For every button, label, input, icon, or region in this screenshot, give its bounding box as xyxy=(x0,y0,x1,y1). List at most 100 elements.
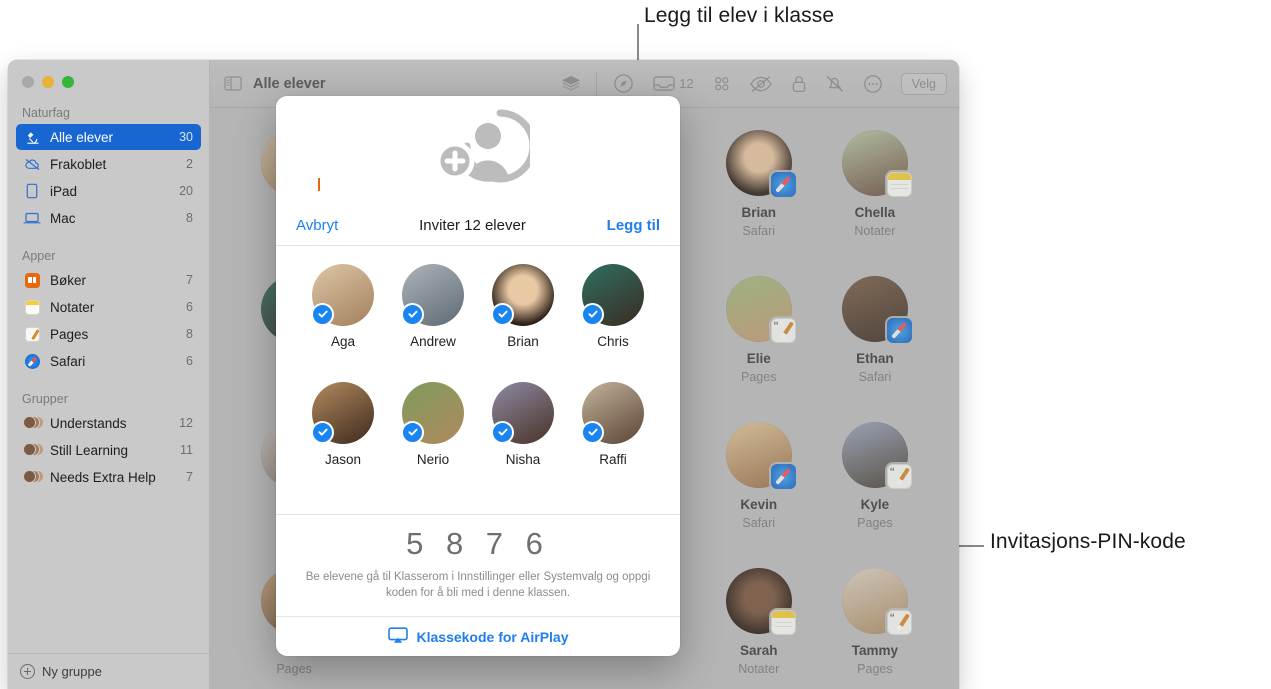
invite-student-name: Chris xyxy=(597,333,629,349)
sidebar-item-understands[interactable]: Understands 12 xyxy=(16,410,201,436)
student-app: Safari xyxy=(742,515,776,530)
invite-student-item[interactable]: Nerio xyxy=(391,381,475,500)
student-name: Brian xyxy=(741,205,776,220)
grid-icon[interactable] xyxy=(712,74,731,93)
student-name: Kyle xyxy=(860,497,890,512)
notes-app-icon xyxy=(886,172,912,197)
sidebar-section-apper-title: Apper xyxy=(22,249,56,263)
invite-student-name: Brian xyxy=(507,333,539,349)
student-name: Sarah xyxy=(739,643,778,658)
student-card[interactable]: Chella Notater xyxy=(820,130,930,276)
sidebar-item-label: Bøker xyxy=(50,272,87,288)
notes-app-icon xyxy=(22,298,42,316)
group-avatars-icon xyxy=(22,468,43,486)
checkmark-icon xyxy=(581,302,604,326)
invite-student-item[interactable]: Chris xyxy=(571,263,655,382)
sidebar-item-mac[interactable]: Mac 8 xyxy=(16,205,201,231)
sidebar-item-label: Understands xyxy=(50,415,127,431)
sidebar-item-label: Needs Extra Help xyxy=(50,469,156,485)
invite-student-item[interactable]: Nisha xyxy=(481,381,565,500)
student-app: Pages xyxy=(276,661,312,676)
sidebar-section-apper: Bøker 7 Notater 6 Pages 8 Safari 6 xyxy=(8,267,209,374)
checkmark-icon xyxy=(311,420,334,444)
plus-circle-icon xyxy=(20,664,35,679)
add-button[interactable]: Legg til xyxy=(607,217,660,234)
checkmark-icon xyxy=(401,302,424,326)
sidebar-item-count: 8 xyxy=(186,327,193,341)
sidebar-item-ipad[interactable]: iPad 20 xyxy=(16,178,201,204)
sidebar-item-label: Still Learning xyxy=(50,442,129,458)
student-card[interactable]: Ethan Safari xyxy=(820,276,930,422)
page-title: Alle elever xyxy=(253,75,326,92)
safari-app-icon xyxy=(22,352,42,370)
invite-student-item[interactable]: Raffi xyxy=(571,381,655,500)
pin-instructions: Be elevene gå til Klasserom i Innstillin… xyxy=(305,570,651,600)
sidebar-item-label: Pages xyxy=(50,326,89,342)
invite-pin-code: 5 8 7 6 xyxy=(406,525,550,561)
cancel-button[interactable]: Avbryt xyxy=(296,217,338,234)
compass-icon[interactable] xyxy=(613,73,634,94)
student-name: Tammy xyxy=(851,643,899,658)
sidebar-item-safari[interactable]: Safari 6 xyxy=(16,348,201,374)
pages-app-icon xyxy=(22,325,42,343)
sidebar-item-label: Mac xyxy=(50,210,76,226)
safari-app-icon xyxy=(770,172,796,197)
invite-student-grid: Aga Andrew Brian Chris Jason Nerio Nisha… xyxy=(276,246,680,514)
lock-icon[interactable] xyxy=(791,74,807,94)
checkmark-icon xyxy=(311,302,334,326)
eye-slash-icon[interactable] xyxy=(749,75,773,93)
airplay-class-code-button[interactable]: Klassekode for AirPlay xyxy=(276,616,680,656)
ipad-icon xyxy=(22,182,42,200)
student-card[interactable]: Sarah Notater xyxy=(704,568,814,689)
student-name: Elie xyxy=(746,351,771,366)
sidebar-item-pages[interactable]: Pages 8 xyxy=(16,321,201,347)
more-icon[interactable] xyxy=(863,74,883,94)
zoom-button[interactable] xyxy=(62,76,74,88)
student-app: Safari xyxy=(742,223,776,238)
student-card[interactable]: Brian Safari xyxy=(704,130,814,276)
minimize-button[interactable] xyxy=(42,76,54,88)
student-card[interactable]: Kyle Pages xyxy=(820,422,930,568)
layers-icon[interactable] xyxy=(560,74,582,94)
inbox-count: 12 xyxy=(679,76,694,91)
student-card[interactable]: Elie Pages xyxy=(704,276,814,422)
group-avatars-icon xyxy=(22,441,43,459)
safari-app-icon xyxy=(770,464,796,489)
invite-student-name: Aga xyxy=(330,333,356,349)
sidebar-item-label: Frakoblet xyxy=(50,156,107,172)
person-badge-plus-icon xyxy=(426,101,537,202)
student-name: Chella xyxy=(854,205,896,220)
invite-student-item[interactable]: Jason xyxy=(301,381,385,500)
inbox-icon[interactable]: 12 xyxy=(652,74,694,93)
sidebar-item-still-learning[interactable]: Still Learning 11 xyxy=(16,437,201,463)
sidebar-item-count: 20 xyxy=(179,184,193,198)
sidebar-item-notater[interactable]: Notater 6 xyxy=(16,294,201,320)
student-card[interactable]: Kevin Safari xyxy=(704,422,814,568)
callout-invite-pin: Invitasjons-PIN-kode xyxy=(990,530,1186,553)
sidebar-item-count: 2 xyxy=(186,157,193,171)
student-app: Notater xyxy=(854,223,896,238)
sidebar-icon[interactable] xyxy=(224,76,242,91)
sidebar-item-count: 7 xyxy=(186,273,193,287)
sidebar-item-needs-extra-help[interactable]: Needs Extra Help 7 xyxy=(16,464,201,490)
sidebar-item-boker[interactable]: Bøker 7 xyxy=(16,267,201,293)
invite-student-item[interactable]: Aga xyxy=(301,263,385,382)
sidebar-item-alle-elever[interactable]: Alle elever 30 xyxy=(16,124,201,150)
callout-add-student: Legg til elev i klasse xyxy=(644,4,835,27)
sidebar-item-frakoblet[interactable]: Frakoblet 2 xyxy=(16,151,201,177)
invite-student-name: Nisha xyxy=(505,451,541,467)
sidebar-item-label: Alle elever xyxy=(50,129,114,145)
sidebar-item-count: 6 xyxy=(186,300,193,314)
sidebar-item-label: iPad xyxy=(50,183,78,199)
sidebar-item-count: 11 xyxy=(180,443,193,457)
bell-slash-icon[interactable] xyxy=(825,74,845,94)
books-app-icon xyxy=(22,271,42,289)
new-group-button[interactable]: Ny gruppe xyxy=(8,653,209,689)
student-app: Pages xyxy=(857,515,893,530)
close-button[interactable] xyxy=(22,76,34,88)
invite-student-item[interactable]: Brian xyxy=(481,263,565,382)
invite-student-item[interactable]: Andrew xyxy=(391,263,475,382)
safari-app-icon xyxy=(886,318,912,343)
student-card[interactable]: Tammy Pages xyxy=(820,568,930,689)
select-button[interactable]: Velg xyxy=(900,72,947,95)
